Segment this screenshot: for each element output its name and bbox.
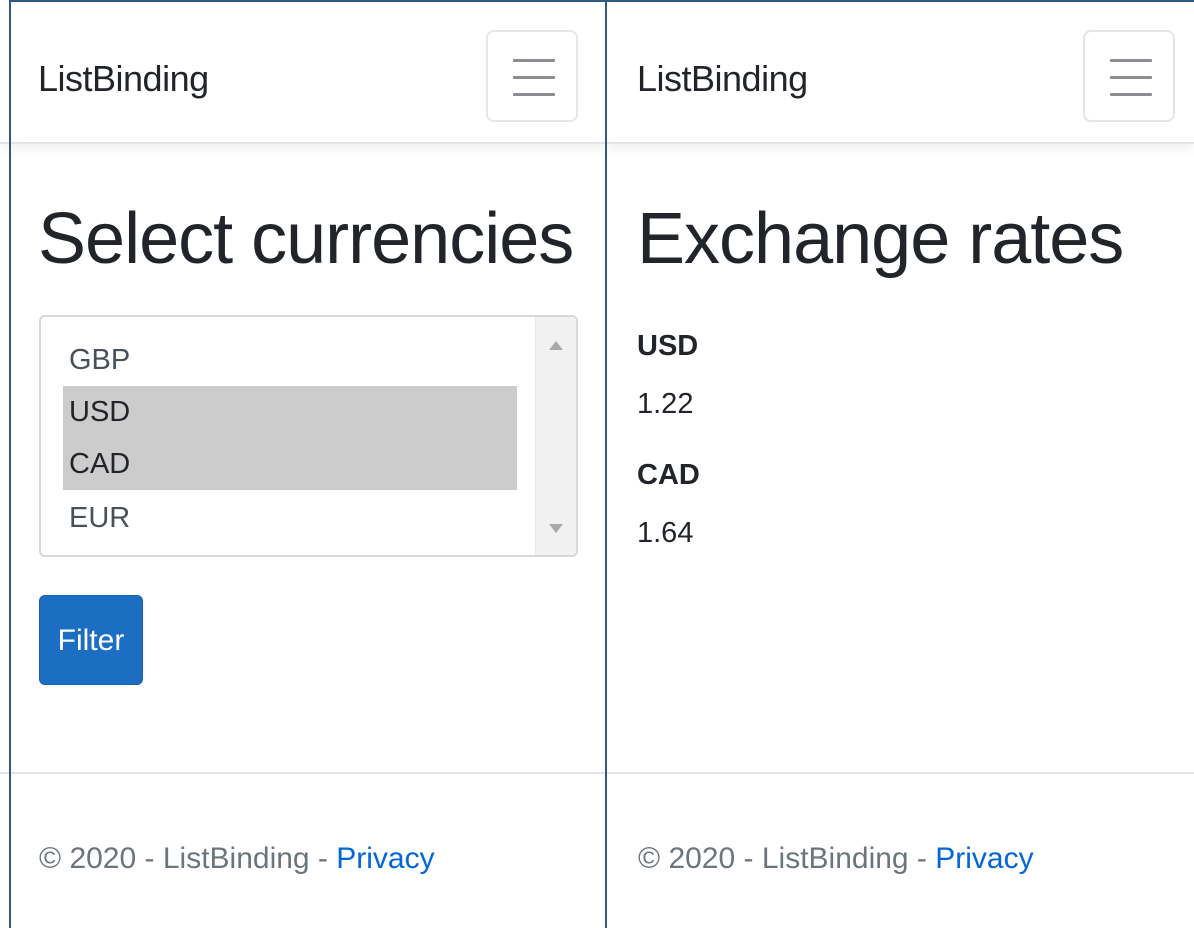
rate-currency-code: USD [637,330,699,362]
listbox-scrollbar[interactable] [535,317,576,555]
footer-text: © 2020 - ListBinding - Privacy [39,842,435,876]
exchange-rates-page: ListBinding Exchange rates USD 1.22 CAD … [607,0,1194,928]
currency-multiselect[interactable]: GBP USD CAD EUR [39,315,578,557]
privacy-link[interactable]: Privacy [336,842,434,875]
copyright-text: © 2020 - ListBinding - [638,842,936,875]
scroll-up-arrow-icon[interactable] [549,341,563,350]
navbar-brand[interactable]: ListBinding [38,58,209,100]
footer: © 2020 - ListBinding - Privacy [607,772,1194,928]
navbar-toggler-button[interactable] [1083,30,1175,122]
currency-option[interactable]: GBP [63,334,517,386]
frame-center-divider [605,0,607,928]
screenshot-composite: ListBinding Select currencies GBP USD CA… [0,0,1194,928]
navbar: ListBinding [0,2,607,144]
hamburger-menu-icon [1110,59,1152,62]
currency-option[interactable]: EUR [63,492,517,544]
copyright-text: © 2020 - ListBinding - [39,842,337,875]
footer-text: © 2020 - ListBinding - Privacy [638,842,1034,876]
navbar-toggler-button[interactable] [486,30,578,122]
rate-currency-code: CAD [637,459,700,491]
page-title: Exchange rates [637,199,1124,279]
currency-option[interactable]: CAD [63,438,517,490]
footer: © 2020 - ListBinding - Privacy [0,772,607,928]
filter-button[interactable]: Filter [39,595,143,685]
privacy-link[interactable]: Privacy [935,842,1033,875]
currency-option[interactable]: USD [63,386,517,438]
navbar: ListBinding [607,2,1194,144]
rate-value: 1.64 [637,517,694,549]
hamburger-menu-icon [513,59,555,62]
select-currencies-page: ListBinding Select currencies GBP USD CA… [0,0,607,928]
scroll-down-arrow-icon[interactable] [549,524,563,533]
frame-top-border [9,0,1194,2]
page-title: Select currencies [38,199,574,279]
frame-left-border [9,0,11,928]
navbar-brand[interactable]: ListBinding [637,58,808,100]
rate-value: 1.22 [637,388,694,420]
